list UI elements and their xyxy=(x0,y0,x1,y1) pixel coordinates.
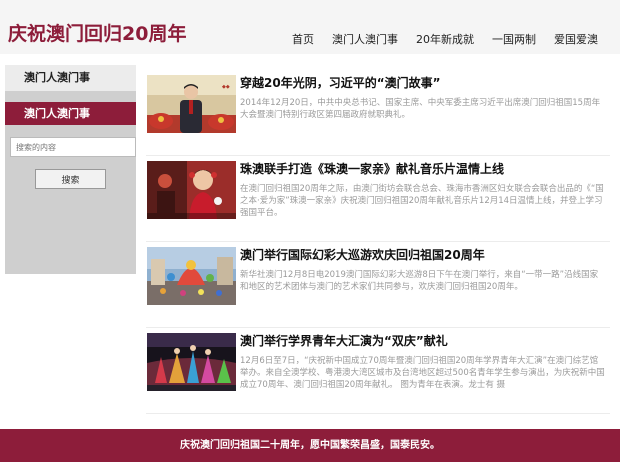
list-item: 珠澳联手打造《珠澳一家亲》献礼音乐片温情上线 在澳门回归祖国20周年之际，由澳门… xyxy=(146,159,610,242)
article-title[interactable]: 澳门举行学界青年大汇演为“双庆”献礼 xyxy=(240,332,610,349)
performance-photo-icon[interactable] xyxy=(147,333,236,391)
article-title[interactable]: 澳门举行国际幻彩大巡游欢庆回归祖国20周年 xyxy=(240,246,610,263)
site-header: 庆祝澳门回归20周年 首页 澳门人澳门事 20年新成就 一国两制 爱国爱澳 xyxy=(0,0,620,54)
article-summary: 12月6日至7日，“庆祝新中国成立70周年暨澳门回归祖国20周年学界青年大汇演”… xyxy=(240,356,605,390)
site-footer: 庆祝澳门回归祖国二十周年，愿中国繁荣昌盛，国泰民安。 xyxy=(0,429,620,462)
list-item: ◆◆ 穿越20年光阴，习近平的“澳门故事” 2014年12月20日，中共中央总书… xyxy=(146,73,610,156)
sidebar-heading: 澳门人澳门事 xyxy=(5,65,136,91)
sidebar-item-macau-people[interactable]: 澳门人澳门事 xyxy=(5,102,136,125)
list-item: 澳门举行学界青年大汇演为“双庆”献礼 12月6日至7日，“庆祝新中国成立70周年… xyxy=(146,331,610,414)
article-summary: 新华社澳门12月8日电2019澳门国际幻彩大巡游8日下午在澳门举行，来自“一带一… xyxy=(240,270,599,292)
nav-item-patriotism[interactable]: 爱国爱澳 xyxy=(554,31,598,47)
nav-item-home[interactable]: 首页 xyxy=(292,31,314,47)
article-summary: 2014年12月20日，中共中央总书记、国家主席、中央军委主席习近平出席澳门回归… xyxy=(240,98,601,120)
girl-photo-icon[interactable] xyxy=(147,161,236,219)
nav-item-one-country[interactable]: 一国两制 xyxy=(492,31,536,47)
site-title[interactable]: 庆祝澳门回归20周年 xyxy=(8,19,186,46)
portrait-photo-icon[interactable]: ◆◆ xyxy=(147,75,236,133)
footer-text: 庆祝澳门回归祖国二十周年，愿中国繁荣昌盛，国泰民安。 xyxy=(180,440,440,451)
article-title[interactable]: 珠澳联手打造《珠澳一家亲》献礼音乐片温情上线 xyxy=(240,160,610,177)
main-nav: 首页 澳门人澳门事 20年新成就 一国两制 爱国爱澳 xyxy=(274,31,598,47)
nav-item-20-years[interactable]: 20年新成就 xyxy=(416,31,474,47)
search-input[interactable] xyxy=(10,137,136,157)
nav-item-macau-people[interactable]: 澳门人澳门事 xyxy=(332,31,398,47)
list-item: 澳门举行国际幻彩大巡游欢庆回归祖国20周年 新华社澳门12月8日电2019澳门国… xyxy=(146,245,610,328)
svg-text:◆◆: ◆◆ xyxy=(222,84,230,90)
article-list: ◆◆ 穿越20年光阴，习近平的“澳门故事” 2014年12月20日，中共中央总书… xyxy=(146,73,610,417)
search-button[interactable]: 搜索 xyxy=(35,169,106,189)
sidebar: 澳门人澳门事 澳门人澳门事 搜索 xyxy=(5,65,136,274)
article-summary: 在澳门回归祖国20周年之际，由澳门街坊会联合总会、珠海市香洲区妇女联合会联合出品… xyxy=(240,184,604,218)
parade-photo-icon[interactable] xyxy=(147,247,236,305)
article-title[interactable]: 穿越20年光阴，习近平的“澳门故事” xyxy=(240,74,610,91)
